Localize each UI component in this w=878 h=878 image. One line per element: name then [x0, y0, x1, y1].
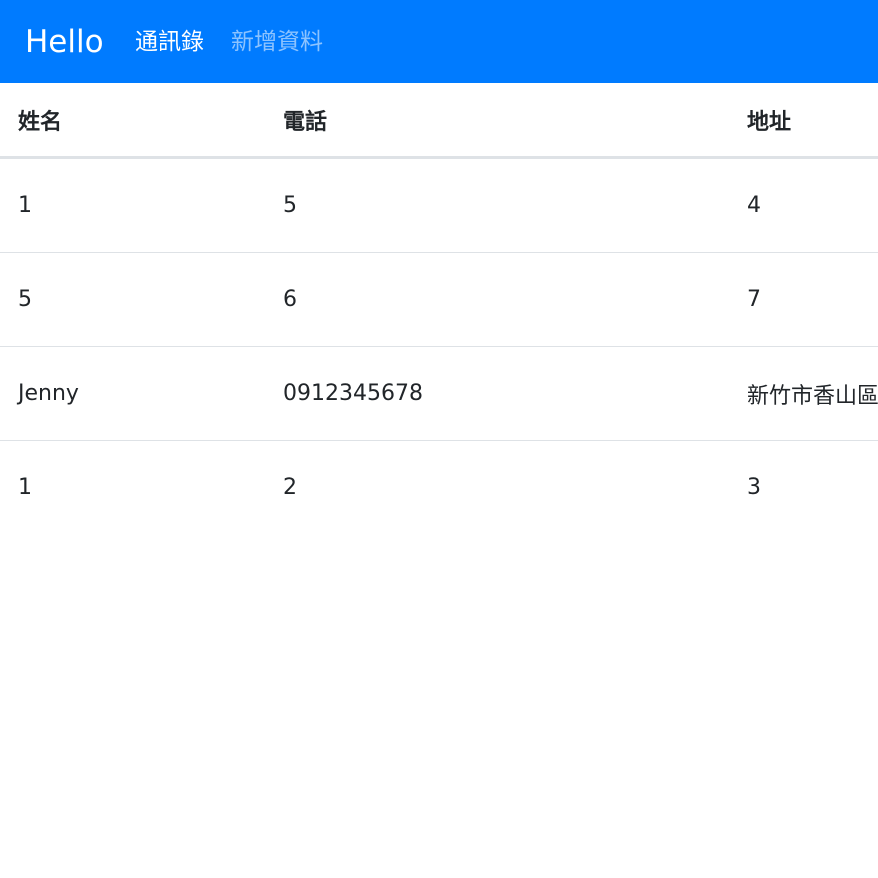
- contacts-table-container: 姓名 電話 地址 1 5 4 5 6 7 Jenny 0912345678 新竹…: [0, 83, 878, 534]
- table-row: Jenny 0912345678 新竹市香山區: [0, 346, 878, 441]
- nav-link-contacts[interactable]: 通訊錄: [135, 27, 204, 57]
- contacts-table: 姓名 電話 地址 1 5 4 5 6 7 Jenny 0912345678 新竹…: [0, 83, 878, 534]
- top-navbar: Hello 通訊錄 新增資料: [0, 0, 878, 83]
- cell-phone: 0912345678: [265, 346, 729, 441]
- cell-name: 5: [0, 252, 265, 347]
- table-row: 1 2 3: [0, 441, 878, 535]
- cell-phone: 2: [283, 475, 297, 500]
- column-header-address: 地址: [729, 83, 878, 159]
- cell-address: 4: [729, 157, 878, 253]
- cell-address: 3: [747, 475, 761, 500]
- column-header-phone: 電話: [265, 83, 729, 159]
- table-row: 5 6 7: [0, 252, 878, 347]
- cell-phone: 5: [265, 157, 729, 253]
- cell-phone: 6: [265, 252, 729, 347]
- column-header-name: 姓名: [0, 83, 265, 159]
- table-row: 1 5 4: [0, 157, 878, 253]
- cell-name: Jenny: [0, 346, 265, 441]
- cell-name: 1: [18, 475, 32, 500]
- cell-address: 新竹市香山區: [729, 346, 878, 441]
- brand-link[interactable]: Hello: [25, 22, 104, 62]
- cell-address: 7: [729, 252, 878, 347]
- nav-link-add-data[interactable]: 新增資料: [231, 27, 323, 57]
- table-header-row: 姓名 電話 地址: [0, 83, 878, 159]
- cell-name: 1: [0, 157, 265, 253]
